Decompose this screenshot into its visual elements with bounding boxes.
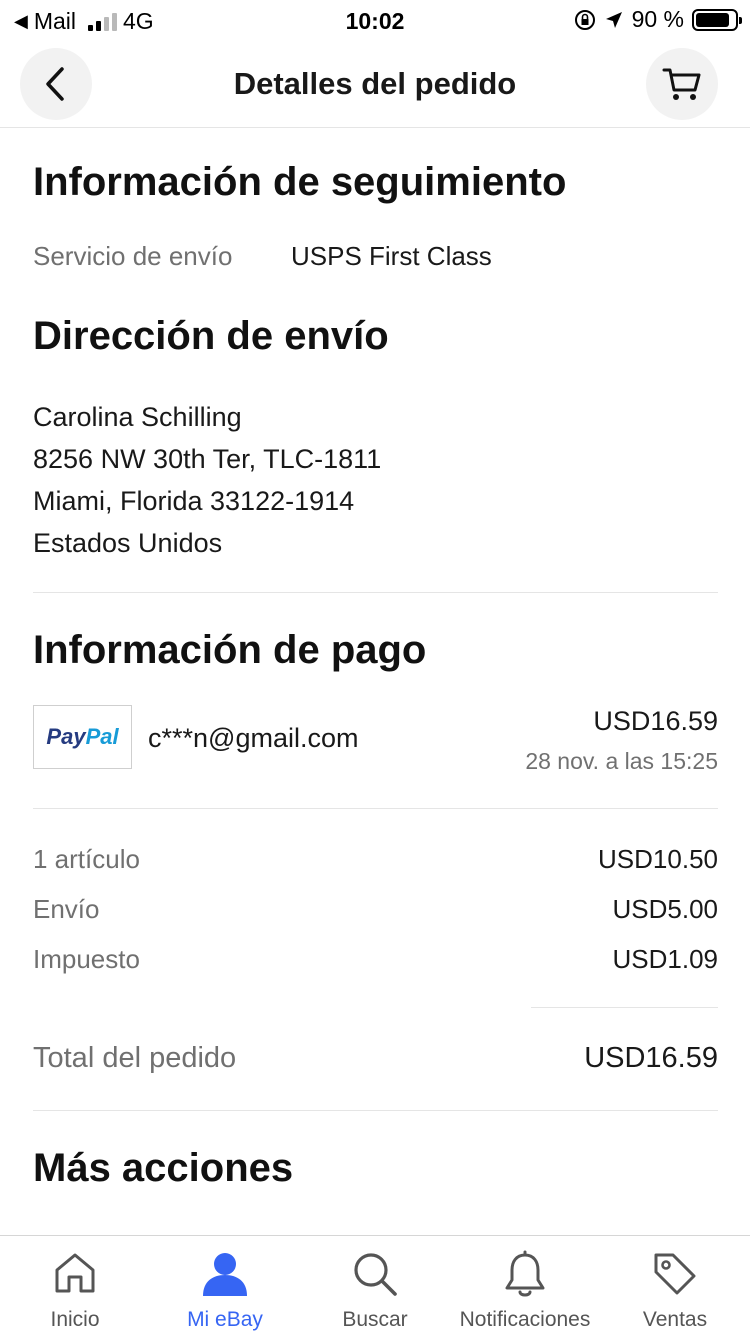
home-icon xyxy=(55,1253,95,1293)
payment-heading: Información de pago xyxy=(33,628,427,672)
payment-email: c***n@gmail.com xyxy=(148,723,359,753)
user-icon xyxy=(203,1253,247,1296)
location-arrow-icon xyxy=(605,11,622,28)
summary-tax-value: USD1.09 xyxy=(612,944,719,974)
tab-selling[interactable]: Ventas xyxy=(600,1236,750,1334)
cart-icon xyxy=(662,68,701,100)
bell-icon xyxy=(505,1250,545,1297)
shipping-service-label: Servicio de envío xyxy=(33,241,233,271)
tracking-heading: Información de seguimiento xyxy=(33,160,567,204)
address-line-street: 8256 NW 30th Ter, TLC-1811 xyxy=(33,444,382,474)
address-line-city: Miami, Florida 33122-1914 xyxy=(33,486,355,516)
payment-date: 28 nov. a las 15:25 xyxy=(525,748,718,774)
order-total-label: Total del pedido xyxy=(33,1042,237,1074)
page-title: Detalles del pedido xyxy=(233,66,517,101)
order-total-value: USD16.59 xyxy=(584,1042,718,1074)
shipping-address-heading: Dirección de envío xyxy=(33,314,389,358)
orientation-lock-icon xyxy=(574,9,595,30)
tab-search[interactable]: Buscar xyxy=(300,1236,450,1334)
tab-home[interactable]: Inicio xyxy=(0,1236,150,1334)
summary-tax-label: Impuesto xyxy=(33,944,140,974)
divider xyxy=(33,808,718,809)
bottom-tab-bar: Inicio Mi eBay Buscar Notificaciones Ven… xyxy=(0,1235,750,1334)
tab-notifications[interactable]: Notificaciones xyxy=(450,1236,600,1334)
address-line-country: Estados Unidos xyxy=(33,528,223,558)
address-line-name: Carolina Schilling xyxy=(33,402,242,432)
status-bar: ◀ Mail 4G 10:02 90 % xyxy=(0,0,750,40)
summary-item-label: 1 artículo xyxy=(33,844,140,874)
tab-my-ebay[interactable]: Mi eBay xyxy=(150,1236,300,1334)
summary-shipping-label: Envío xyxy=(33,894,100,924)
battery-icon xyxy=(692,8,742,31)
status-right: 90 % xyxy=(574,6,742,33)
summary-item-value: USD10.50 xyxy=(598,844,718,874)
battery-percent: 90 % xyxy=(631,6,684,32)
more-actions-heading: Más acciones xyxy=(33,1146,294,1190)
divider xyxy=(33,592,718,593)
divider xyxy=(33,1110,718,1111)
cart-button[interactable] xyxy=(646,48,718,120)
payment-amount: USD16.59 xyxy=(593,706,718,736)
subtotal-divider xyxy=(531,1007,718,1008)
search-icon xyxy=(354,1253,397,1296)
tag-icon xyxy=(654,1253,696,1295)
header: Detalles del pedido xyxy=(0,40,750,128)
shipping-service-value: USPS First Class xyxy=(291,241,492,271)
summary-shipping-value: USD5.00 xyxy=(612,894,719,924)
paypal-logo: Pay Pal xyxy=(33,705,132,769)
